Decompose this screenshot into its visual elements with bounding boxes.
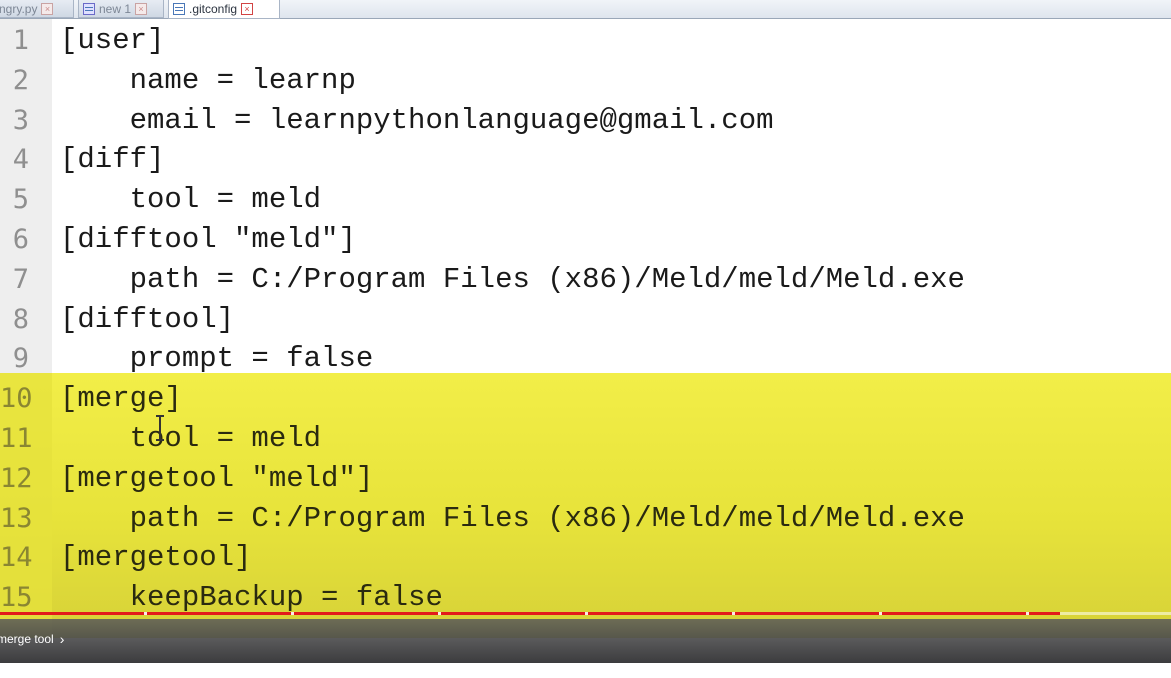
close-icon[interactable]: × <box>135 2 148 15</box>
code-text[interactable]: [mergetool] <box>60 538 251 578</box>
close-icon[interactable]: × <box>241 3 254 15</box>
video-progress-bar[interactable] <box>0 612 1171 615</box>
page-background <box>0 663 1171 678</box>
line-number: 6 <box>12 223 29 255</box>
line-number: 13 <box>0 502 33 534</box>
chapter-marker <box>438 612 441 615</box>
chevron-right-icon: › <box>59 631 65 647</box>
code-text[interactable]: path = C:/Program Files (x86)/Meld/meld/… <box>60 260 965 300</box>
code-text[interactable]: [merge] <box>60 379 182 419</box>
tab-gitconfig[interactable]: .gitconfig × <box>168 0 280 19</box>
chapter-marker <box>291 612 294 615</box>
chapter-marker <box>732 612 735 615</box>
tab-label: .gitconfig <box>189 2 238 16</box>
code-text[interactable]: email = learnpythonlanguage@gmail.com <box>60 101 774 141</box>
code-text[interactable]: [diff] <box>60 140 164 180</box>
line-number: 1 <box>12 25 29 56</box>
line-number: 12 <box>0 462 33 494</box>
code-text[interactable]: name = learnp <box>60 61 356 101</box>
code-text[interactable]: [difftool] <box>60 300 234 340</box>
code-text[interactable]: tool = meld <box>60 419 321 459</box>
line-number: 10 <box>0 383 33 415</box>
tab-label: new 1 <box>99 1 132 16</box>
line-number: 3 <box>12 104 29 136</box>
chapter-label: merge tool <box>0 632 54 646</box>
chapter-title[interactable]: merge tool › <box>0 631 64 647</box>
video-progress-fill <box>0 612 1060 615</box>
code-text[interactable]: [user] <box>60 21 164 61</box>
code-text[interactable]: prompt = false <box>60 339 374 379</box>
modified-file-icon <box>83 2 95 15</box>
tab-ngry-py[interactable]: ngry.py × <box>0 0 74 18</box>
code-text[interactable]: [difftool "meld"] <box>60 220 356 260</box>
chapter-marker <box>1026 612 1029 615</box>
line-number: 2 <box>12 64 29 96</box>
line-number: 7 <box>12 263 29 295</box>
code-text[interactable]: [mergetool "meld"] <box>60 459 373 499</box>
line-number: 9 <box>12 343 29 375</box>
chapter-marker <box>585 612 588 615</box>
chapter-marker <box>144 612 147 615</box>
close-icon[interactable]: × <box>41 2 54 15</box>
line-number: 11 <box>0 422 33 454</box>
tab-label: ngry.py <box>0 1 38 16</box>
text-cursor-icon <box>156 415 164 441</box>
tab-bar: ngry.py × new 1 × .gitconfig × <box>0 0 1171 19</box>
line-number: 5 <box>12 184 29 216</box>
video-player-bar: merge tool › <box>0 619 1171 663</box>
code-editor[interactable]: 1 [user] 2 name = learnp 3 email = learnpyt… <box>0 19 1171 638</box>
line-number: 8 <box>12 303 29 335</box>
code-text[interactable]: tool = meld <box>60 180 321 220</box>
tab-new-1[interactable]: new 1 × <box>78 0 164 18</box>
line-number: 4 <box>12 144 29 176</box>
saved-file-icon <box>173 3 185 15</box>
chapter-marker <box>879 612 882 615</box>
line-number: 14 <box>0 542 33 574</box>
code-text[interactable]: path = C:/Program Files (x86)/Meld/meld/… <box>60 499 965 539</box>
